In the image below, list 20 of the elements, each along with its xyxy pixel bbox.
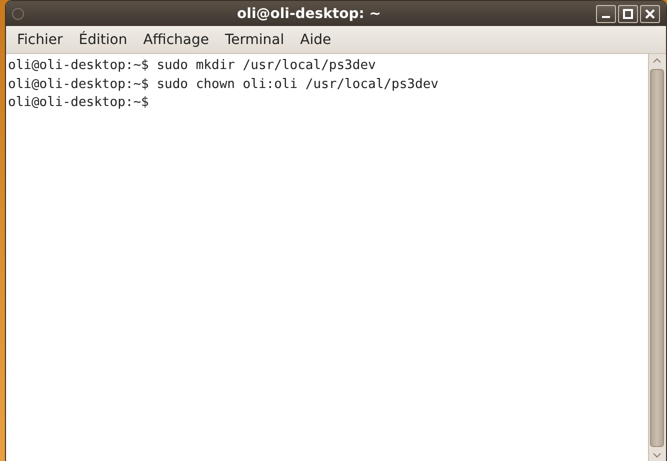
window-title: oli@oli-desktop: ~ (236, 6, 382, 22)
scrollbar-thumb[interactable] (650, 69, 664, 447)
minimize-icon (602, 16, 610, 18)
close-button[interactable] (640, 4, 660, 22)
close-icon (645, 8, 655, 18)
menu-item[interactable]: Fichier (10, 28, 70, 50)
maximize-button[interactable] (618, 4, 638, 22)
maximize-icon (623, 8, 633, 18)
terminal-line: oli@oli-desktop:~$ sudo mkdir /usr/local/ps3dev (8, 57, 377, 75)
menu-item[interactable]: Aide (293, 28, 338, 50)
minimize-button[interactable] (596, 4, 616, 22)
menu-item[interactable]: Affichage (136, 28, 216, 50)
scroll-down-icon[interactable] (653, 453, 661, 458)
scroll-up-icon[interactable] (653, 58, 661, 63)
window-menu-icon[interactable] (12, 8, 24, 20)
menu-item[interactable]: Terminal (218, 28, 292, 50)
scrollbar[interactable] (648, 54, 665, 461)
terminal-line: oli@oli-desktop:~$ (8, 94, 150, 112)
terminal-line: oli@oli-desktop:~$ sudo chown oli:oli /usr/local/ps3dev (8, 76, 440, 94)
menu-item[interactable]: Édition (72, 28, 134, 50)
